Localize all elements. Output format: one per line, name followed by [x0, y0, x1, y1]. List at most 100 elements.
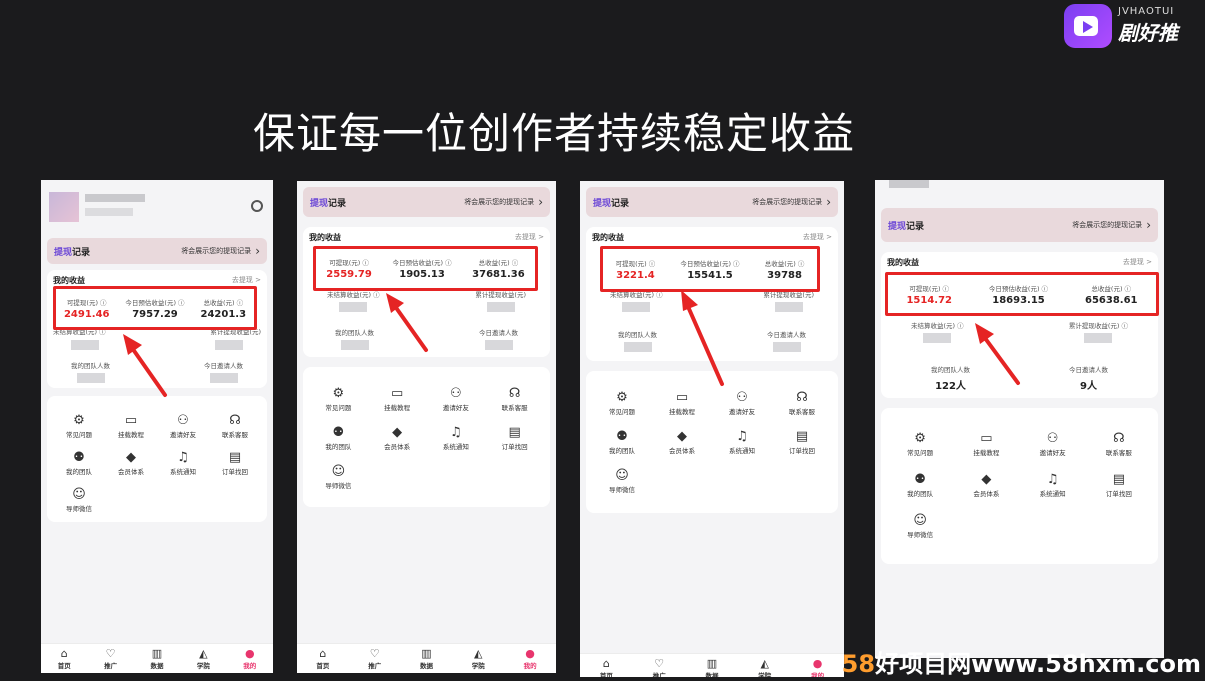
video-icon: ▭	[675, 390, 689, 405]
tab-mine[interactable]: ● 我的	[811, 658, 824, 678]
menu-mentor[interactable]: ☺ 导师微信	[887, 514, 953, 539]
clipboard-icon: ▤	[1112, 472, 1126, 487]
profile-header	[41, 180, 273, 242]
menu-tutorial[interactable]: ▭ 挂载教程	[368, 387, 427, 412]
withdraw-link[interactable]: 去提现 >	[515, 232, 544, 243]
total-income-value: 24201.3	[200, 308, 247, 320]
menu-invite[interactable]: ⚇ 邀请好友	[427, 387, 486, 412]
menu-faq[interactable]: ⚙ 常见问题	[309, 387, 368, 412]
mentor-icon: ☺	[331, 464, 346, 479]
menu-faq[interactable]: ⚙ 常见问题	[592, 391, 652, 416]
chart-icon: ▥	[421, 646, 432, 660]
menu-mentor[interactable]: ☺ 导师微信	[309, 465, 368, 490]
menu-tutorial[interactable]: ▭ 挂载教程	[953, 432, 1019, 457]
home-icon: ⌂	[602, 656, 610, 670]
video-icon: ▭	[980, 431, 993, 446]
tab-promote[interactable]: ♡ 推广	[104, 648, 117, 670]
clipboard-icon: ▤	[508, 425, 521, 440]
faq-icon: ⚙	[73, 413, 85, 428]
add-user-icon: ⚇	[177, 413, 189, 428]
menu-faq[interactable]: ⚙ 常见问题	[53, 414, 105, 439]
withdraw-record-bar[interactable]: 提现记录 将会展示您的提现记录 ›	[881, 208, 1158, 242]
menu-faq[interactable]: ⚙ 常见问题	[887, 432, 953, 457]
profile-header-partial	[875, 180, 1164, 200]
highlight-box: 可提现(元) ⓘ 2559.79 今日预估收益(元) ⓘ 1905.13 总收益(元…	[313, 246, 538, 291]
menu-mentor[interactable]: ☺ 导师微信	[592, 469, 652, 494]
tab-academy[interactable]: ◭ 学院	[197, 648, 210, 670]
service-menu: ⚙ 常见问题 ▭ 挂载教程 ⚇ 邀请好友 ☊ 联系客服 ⚉ 我的团队 ◆ 会员体系 ♫ 系统通…	[881, 408, 1158, 564]
diamond-icon: ◆	[126, 450, 136, 465]
userid-blurred	[85, 208, 133, 216]
menu-support[interactable]: ☊ 联系客服	[1086, 432, 1152, 457]
tab-data[interactable]: ▥ 数据	[420, 648, 433, 670]
tab-promote[interactable]: ♡ 推广	[368, 648, 381, 670]
menu-invite[interactable]: ⚇ 邀请好友	[157, 414, 209, 439]
slide-title: 保证每一位创作者持续稳定收益	[253, 109, 856, 158]
tab-data[interactable]: ▥ 数据	[150, 648, 163, 670]
withdraw-link[interactable]: 去提现 >	[232, 275, 261, 286]
gear-icon[interactable]	[251, 200, 263, 212]
heart-icon: ♡	[369, 646, 380, 660]
menu-invite[interactable]: ⚇ 邀请好友	[1020, 432, 1086, 457]
blurred-value	[215, 340, 243, 350]
team-icon: ⚉	[914, 472, 926, 487]
menu-mentor[interactable]: ☺ 导师微信	[53, 488, 105, 513]
menu-team[interactable]: ⚉ 我的团队	[53, 451, 105, 476]
tab-academy[interactable]: ◭ 学院	[472, 648, 485, 670]
withdraw-link[interactable]: 去提现 >	[803, 232, 832, 243]
menu-membership[interactable]: ◆ 会员体系	[105, 451, 157, 476]
phone-screenshot-3: 提现记录 将会展示您的提现记录 › 我的收益 去提现 > 未结算收益(元) ⓘ 累…	[580, 181, 844, 677]
headset-icon: ☊	[1113, 431, 1125, 446]
menu-membership[interactable]: ◆ 会员体系	[368, 426, 427, 451]
tab-home[interactable]: ⌂ 首页	[600, 658, 613, 678]
menu-membership[interactable]: ◆ 会员体系	[652, 430, 712, 455]
menu-notice[interactable]: ♫ 系统通知	[427, 426, 486, 451]
graduation-icon: ◭	[199, 646, 208, 660]
add-user-icon: ⚇	[450, 386, 462, 401]
withdraw-link[interactable]: 去提现 >	[1123, 257, 1152, 268]
record-highlight: 提现	[54, 247, 73, 258]
blurred-header	[889, 180, 929, 188]
highlight-box: 可提现(元) ⓘ 1514.72 今日预估收益(元) ⓘ 18693.15 总收益(…	[885, 272, 1159, 316]
menu-team[interactable]: ⚉ 我的团队	[592, 430, 652, 455]
menu-support[interactable]: ☊ 联系客服	[209, 414, 261, 439]
menu-invite[interactable]: ⚇ 邀请好友	[712, 391, 772, 416]
menu-order[interactable]: ▤ 订单找回	[485, 426, 544, 451]
menu-membership[interactable]: ◆ 会员体系	[953, 473, 1019, 498]
menu-team[interactable]: ⚉ 我的团队	[309, 426, 368, 451]
withdrawable-value: 2491.46	[63, 308, 110, 320]
menu-notice[interactable]: ♫ 系统通知	[712, 430, 772, 455]
menu-order[interactable]: ▤ 订单找回	[772, 430, 832, 455]
menu-tutorial[interactable]: ▭ 挂载教程	[652, 391, 712, 416]
menu-notice[interactable]: ♫ 系统通知	[157, 451, 209, 476]
tab-academy[interactable]: ◭ 学院	[758, 658, 771, 678]
faq-icon: ⚙	[332, 386, 345, 401]
chart-icon: ▥	[151, 646, 163, 660]
withdraw-record-bar[interactable]: 提现记录 将会展示您的提现记录 ›	[586, 187, 838, 217]
team-icon: ⚉	[332, 425, 345, 440]
team-icon: ⚉	[616, 429, 628, 444]
menu-support[interactable]: ☊ 联系客服	[772, 391, 832, 416]
withdraw-record-bar[interactable]: 提现记录 将会展示您的提现记录 ›	[47, 238, 267, 264]
user-icon: ●	[244, 646, 255, 660]
withdraw-record-bar[interactable]: 提现记录 将会展示您的提现记录 ›	[303, 187, 550, 217]
today-estimate-value: 7957.29	[132, 308, 178, 320]
menu-team[interactable]: ⚉ 我的团队	[887, 473, 953, 498]
tab-mine[interactable]: ● 我的	[524, 648, 537, 670]
brand-logo: JVHAOTUI 剧好推	[1064, 4, 1178, 48]
tab-bar: ⌂ 首页 ♡ 推广 ▥ 数据 ◭ 学院 ● 我的	[580, 653, 844, 677]
logo-en-text: JVHAOTUI	[1118, 6, 1175, 17]
menu-notice[interactable]: ♫ 系统通知	[1020, 473, 1086, 498]
menu-order[interactable]: ▤ 订单找回	[1086, 473, 1152, 498]
tab-data[interactable]: ▥ 数据	[705, 658, 718, 678]
tab-home[interactable]: ⌂ 首页	[316, 648, 329, 670]
menu-order[interactable]: ▤ 订单找回	[209, 451, 261, 476]
menu-tutorial[interactable]: ▭ 挂载教程	[105, 414, 157, 439]
tab-promote[interactable]: ♡ 推广	[653, 658, 666, 678]
tab-mine[interactable]: ● 我的	[243, 648, 256, 670]
tab-home[interactable]: ⌂ 首页	[58, 648, 71, 670]
bell-icon: ♫	[736, 429, 748, 444]
invite-count: 9人	[1080, 381, 1097, 392]
menu-support[interactable]: ☊ 联系客服	[485, 387, 544, 412]
home-icon: ⌂	[60, 646, 68, 660]
